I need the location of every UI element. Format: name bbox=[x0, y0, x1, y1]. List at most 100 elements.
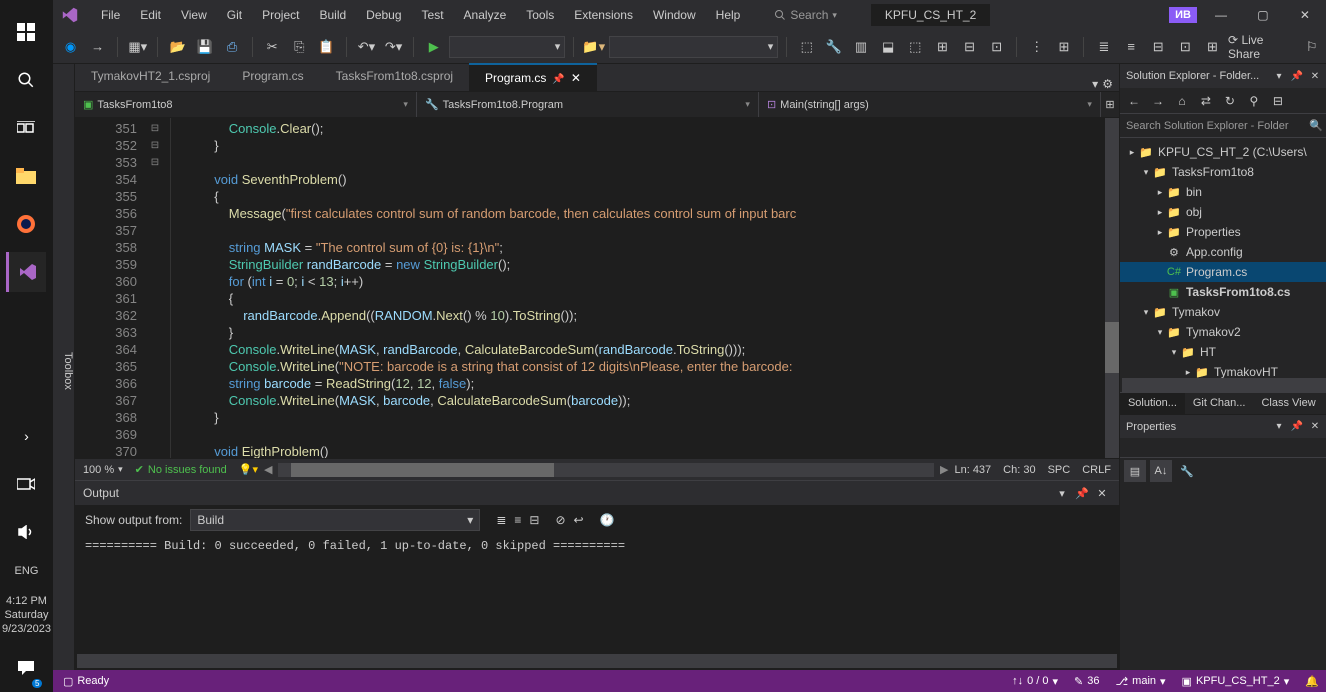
tree-item[interactable]: ⚙App.config bbox=[1120, 242, 1326, 262]
chevron-right-icon[interactable]: › bbox=[6, 416, 46, 456]
redo-button[interactable]: ↷▾ bbox=[382, 35, 405, 59]
camera-icon[interactable] bbox=[6, 464, 46, 504]
tree-item[interactable]: C#Program.cs bbox=[1120, 262, 1326, 282]
menu-extensions[interactable]: Extensions bbox=[564, 4, 643, 26]
se-pin-button[interactable]: 📌 bbox=[1289, 68, 1305, 84]
tool-btn-6[interactable]: ⊞ bbox=[931, 35, 954, 59]
status-errors[interactable]: ↑↓ 0 / 0 ▾ bbox=[1012, 675, 1058, 688]
output-clear-button[interactable]: ⊘ bbox=[555, 513, 565, 527]
props-alpha-button[interactable]: A↓ bbox=[1150, 460, 1172, 482]
tool-btn-15[interactable]: ⊞ bbox=[1201, 35, 1224, 59]
paste-button[interactable]: 📋 bbox=[315, 35, 338, 59]
tool-btn-13[interactable]: ⊟ bbox=[1147, 35, 1170, 59]
menu-test[interactable]: Test bbox=[412, 4, 454, 26]
menu-window[interactable]: Window bbox=[643, 4, 706, 26]
tree-item[interactable]: ▾📁TasksFrom1to8 bbox=[1120, 162, 1326, 182]
se-fwd-button[interactable]: → bbox=[1148, 91, 1168, 111]
copy-button[interactable]: ⎘ bbox=[288, 35, 311, 59]
tool-btn-14[interactable]: ⊡ bbox=[1174, 35, 1197, 59]
menu-debug[interactable]: Debug bbox=[356, 4, 411, 26]
file-explorer-icon[interactable] bbox=[6, 156, 46, 196]
close-button[interactable]: ✕ bbox=[1287, 3, 1323, 27]
nav-method-combo[interactable]: ⊡Main(string[] args)▾ bbox=[759, 92, 1101, 117]
cut-button[interactable]: ✂ bbox=[261, 35, 284, 59]
volume-icon[interactable] bbox=[6, 512, 46, 552]
firefox-icon[interactable] bbox=[6, 204, 46, 244]
tool-btn-3[interactable]: ▥ bbox=[849, 35, 872, 59]
menu-help[interactable]: Help bbox=[706, 4, 751, 26]
tree-item[interactable]: ▾📁Tymakov bbox=[1120, 302, 1326, 322]
issues-indicator[interactable]: ✔ No issues found bbox=[135, 463, 227, 476]
props-menu-button[interactable]: ▾ bbox=[1271, 419, 1287, 435]
save-all-button[interactable]: ⎙ bbox=[221, 35, 244, 59]
tree-item[interactable]: ▾📁HT bbox=[1120, 342, 1326, 362]
status-bell-icon[interactable]: 🔔 bbox=[1305, 675, 1319, 688]
undo-button[interactable]: ↶▾ bbox=[355, 35, 378, 59]
close-icon[interactable]: ✕ bbox=[571, 71, 581, 85]
output-menu-button[interactable]: ▾ bbox=[1053, 484, 1071, 502]
nav-class-combo[interactable]: 🔧TasksFrom1to8.Program▾ bbox=[417, 92, 759, 117]
tab-settings-button[interactable]: ⚙ bbox=[1102, 77, 1113, 91]
file-tab[interactable]: Program.cs bbox=[226, 63, 319, 91]
menu-analyze[interactable]: Analyze bbox=[454, 4, 517, 26]
se-hscroll[interactable] bbox=[1122, 378, 1326, 392]
feedback-button[interactable]: ⚐ bbox=[1300, 35, 1323, 59]
notifications-icon[interactable]: 5 bbox=[6, 648, 46, 688]
live-share-button[interactable]: ⟳ Live Share bbox=[1228, 33, 1296, 61]
tool-btn-10[interactable]: ⊞ bbox=[1052, 35, 1075, 59]
file-tab[interactable]: TymakovHT2_1.csproj bbox=[75, 63, 226, 91]
se-close-button[interactable]: ✕ bbox=[1307, 68, 1323, 84]
tool-btn-11[interactable]: ≣ bbox=[1092, 35, 1115, 59]
output-pin-button[interactable]: 📌 bbox=[1073, 484, 1091, 502]
file-tab[interactable]: Program.cs📌✕ bbox=[469, 63, 597, 91]
props-pin-button[interactable]: 📌 bbox=[1289, 419, 1305, 435]
lightbulb-icon[interactable]: 💡▾ bbox=[239, 463, 258, 476]
pin-icon[interactable]: 📌 bbox=[552, 74, 564, 85]
tool-btn-8[interactable]: ⊡ bbox=[985, 35, 1008, 59]
search-icon[interactable] bbox=[6, 60, 46, 100]
props-categorized-button[interactable]: ▤ bbox=[1124, 460, 1146, 482]
toolbox-tab[interactable]: Toolbox bbox=[53, 64, 75, 670]
account-badge[interactable]: ИВ bbox=[1169, 7, 1197, 23]
nav-back-button[interactable]: ◉ bbox=[59, 35, 82, 59]
nav-project-combo[interactable]: ▣TasksFrom1to8▾ bbox=[75, 92, 417, 117]
menu-view[interactable]: View bbox=[171, 4, 217, 26]
tool-btn-4[interactable]: ⬓ bbox=[877, 35, 900, 59]
se-home-button[interactable]: ⌂ bbox=[1172, 91, 1192, 111]
editor-vscroll[interactable] bbox=[1105, 118, 1119, 458]
split-editor-button[interactable]: ⊞ bbox=[1101, 98, 1119, 111]
new-project-button[interactable]: ▦▾ bbox=[126, 35, 149, 59]
maximize-button[interactable]: ▢ bbox=[1245, 3, 1281, 27]
tree-item[interactable]: ▣TasksFrom1to8.cs bbox=[1120, 282, 1326, 302]
file-tab[interactable]: TasksFrom1to8.csproj bbox=[320, 63, 469, 91]
menu-git[interactable]: Git bbox=[217, 4, 252, 26]
tool-btn-5[interactable]: ⬚ bbox=[904, 35, 927, 59]
props-close-button[interactable]: ✕ bbox=[1307, 419, 1323, 435]
se-collapse-button[interactable]: ⊟ bbox=[1268, 91, 1288, 111]
props-events-button[interactable]: 🔧 bbox=[1176, 460, 1198, 482]
save-button[interactable]: 💾 bbox=[193, 35, 216, 59]
tool-btn-2[interactable]: 🔧 bbox=[822, 35, 845, 59]
menu-project[interactable]: Project bbox=[252, 4, 309, 26]
output-hscroll[interactable] bbox=[77, 654, 1117, 668]
minimize-button[interactable]: ― bbox=[1203, 3, 1239, 27]
tool-btn-12[interactable]: ≡ bbox=[1120, 35, 1143, 59]
solution-tree[interactable]: ▸📁KPFU_CS_HT_2 (C:\Users\▾📁TasksFrom1to8… bbox=[1120, 138, 1326, 378]
start-button[interactable] bbox=[6, 12, 46, 52]
output-close-button[interactable]: ✕ bbox=[1093, 484, 1111, 502]
se-back-button[interactable]: ← bbox=[1124, 91, 1144, 111]
taskbar-clock[interactable]: 4:12 PM Saturday 9/23/2023 bbox=[0, 586, 53, 644]
output-time-button[interactable]: 🕐 bbox=[600, 513, 615, 527]
tree-item[interactable]: ▸📁obj bbox=[1120, 202, 1326, 222]
line-ending[interactable]: CRLF bbox=[1082, 464, 1111, 476]
menu-tools[interactable]: Tools bbox=[516, 4, 564, 26]
output-btn-1[interactable]: ≣ bbox=[496, 513, 506, 527]
se-menu-button[interactable]: ▾ bbox=[1271, 68, 1287, 84]
status-repo[interactable]: ▣ KPFU_CS_HT_2 ▾ bbox=[1182, 675, 1290, 688]
tree-item[interactable]: ▸📁bin bbox=[1120, 182, 1326, 202]
output-btn-2[interactable]: ≡ bbox=[514, 513, 521, 527]
se-switch-button[interactable]: ⇄ bbox=[1196, 91, 1216, 111]
menu-build[interactable]: Build bbox=[309, 4, 356, 26]
open-button[interactable]: 📂 bbox=[166, 35, 189, 59]
se-search[interactable]: Search Solution Explorer - Folder 🔍 bbox=[1120, 114, 1326, 138]
